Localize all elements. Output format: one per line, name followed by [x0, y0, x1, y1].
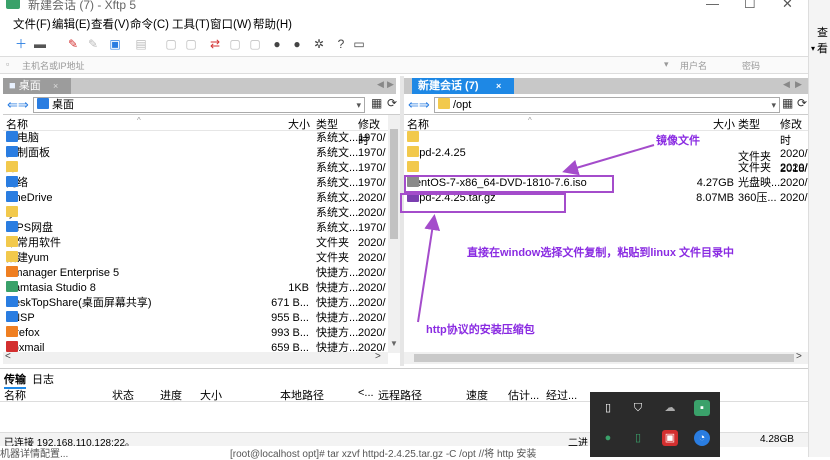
col-xfer-status[interactable]: 状态	[112, 387, 134, 403]
total-size: 4.28GB	[760, 434, 794, 445]
col-xfer-name[interactable]: 名称	[4, 387, 26, 403]
cloud-icon[interactable]: ☁	[662, 400, 678, 416]
col-xfer-speed[interactable]: 速度	[466, 387, 488, 403]
background-window-edge: 查看 ▾	[808, 0, 830, 457]
red-app-icon[interactable]: ▣	[662, 430, 678, 446]
terminal-fragment: [root@localhost opt]# tar xzvf httpd-2.4…	[230, 449, 537, 460]
mirror-arrow	[562, 144, 655, 176]
col-xfer-progress[interactable]: 进度	[160, 387, 182, 403]
wechat-icon[interactable]: ●	[600, 430, 616, 446]
copy-label: 直接在window选择文件复制，粘贴到linux 文件目录中	[467, 247, 735, 259]
package-label: http协议的安装压缩包	[426, 324, 535, 336]
mirror-label: 镜像文件	[656, 135, 700, 147]
package-arrow	[417, 214, 441, 323]
col-xfer-size[interactable]: 大小	[200, 387, 222, 403]
col-xfer-elapsed[interactable]: 经过...	[546, 387, 577, 403]
tab-log[interactable]: 日志	[32, 371, 54, 387]
edge-text: 查看	[817, 27, 828, 55]
phone-icon[interactable]: ▯	[630, 430, 646, 446]
edge-dropdown-icon[interactable]: ▾	[811, 44, 815, 53]
col-xfer-direction[interactable]: <...	[358, 387, 374, 399]
tray-popup: ▯ ⛉ ☁ ▪ ● ▯ ▣ ◔	[590, 392, 720, 457]
col-xfer-remote-path[interactable]: 远程路径	[378, 387, 422, 403]
transfer-tabs: 传输 日志	[0, 368, 808, 389]
tray-app-icon[interactable]: ▯	[600, 400, 616, 416]
col-xfer-eta[interactable]: 估计...	[508, 387, 539, 403]
clock-icon[interactable]: ◔	[694, 430, 710, 446]
shield-icon[interactable]: ⛉	[630, 400, 646, 416]
nvidia-icon[interactable]: ▪	[694, 400, 710, 416]
background-terminal-strip: 机器详情配置... [root@localhost opt]# tar xzvf…	[0, 446, 590, 460]
bottom-left-fragment: 机器详情配置...	[0, 449, 69, 460]
col-xfer-local-path[interactable]: 本地路径	[280, 387, 324, 403]
